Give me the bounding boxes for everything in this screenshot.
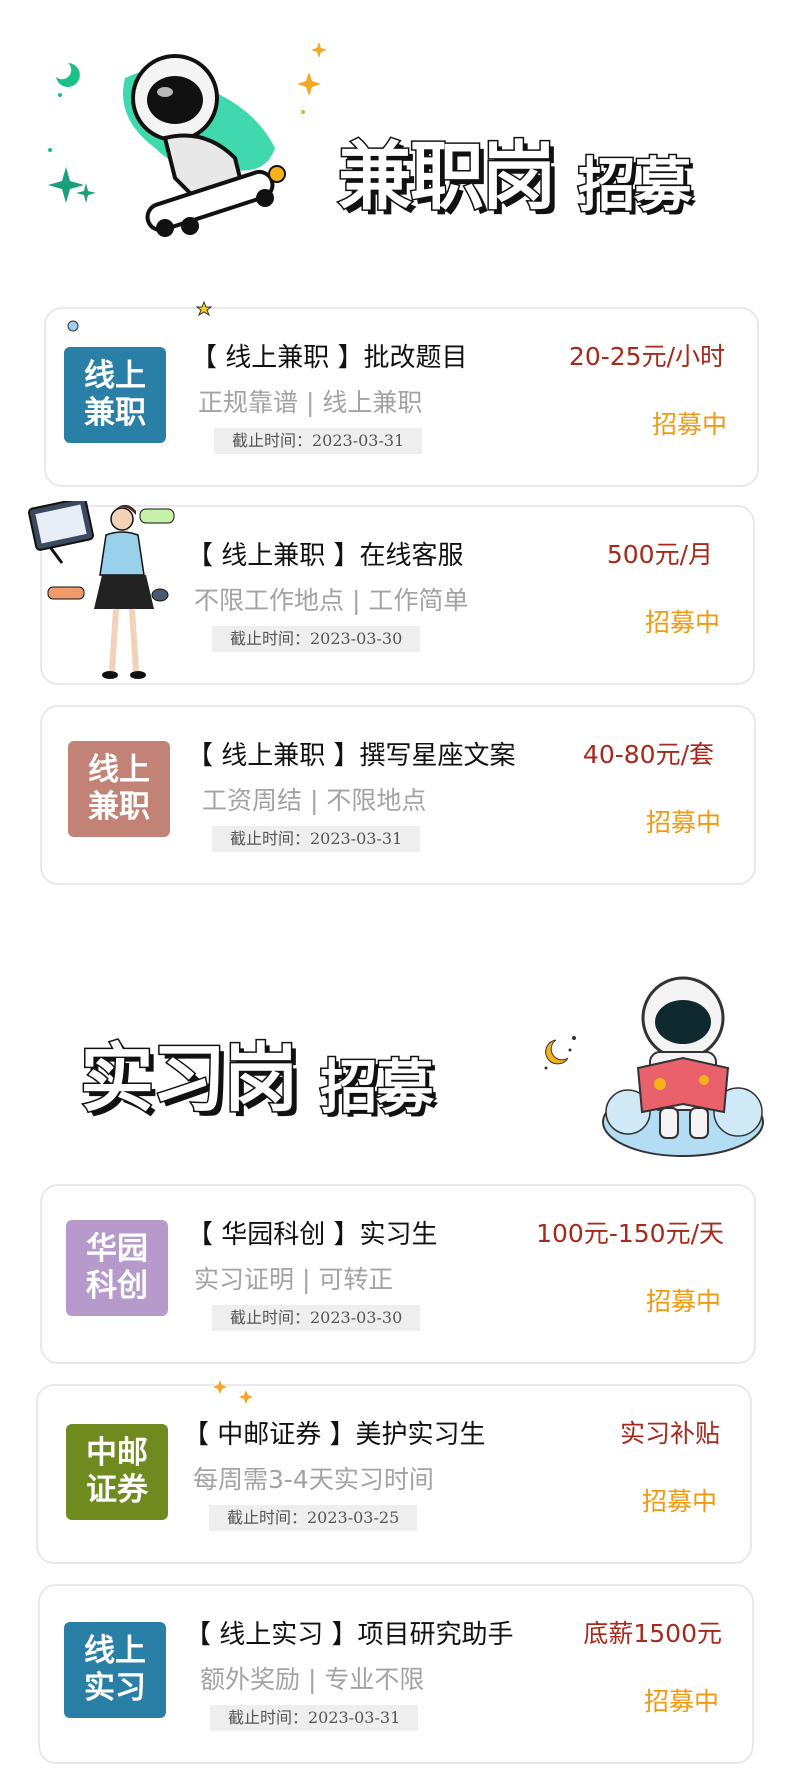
sparkles-icon [213, 1380, 253, 1404]
job-desc: 正规靠谱 | 线上兼职 [198, 388, 423, 417]
astronaut-skateboard-icon [123, 54, 286, 237]
status-badge: 招募中 [651, 410, 727, 439]
badge-line: 实习 [84, 1670, 146, 1706]
job-desc: 工资周结 | 不限地点 [202, 786, 427, 815]
badge-line: 证券 [86, 1472, 148, 1508]
deadline-label: 截止时间：2023-03-31 [212, 826, 421, 852]
office-woman-illustration-icon [28, 501, 175, 679]
badge-line: 科创 [86, 1268, 148, 1304]
salary: 20-25元/小时 [568, 342, 725, 371]
badge-line: 线上 [88, 752, 150, 788]
badge-line: 中邮 [86, 1435, 148, 1471]
moon-icon [544, 1036, 576, 1070]
deadline-label: 截止时间：2023-03-31 [210, 1705, 419, 1731]
intern-banner: 实习岗 招募 [0, 960, 800, 1180]
banner-title: 兼职岗 [337, 134, 558, 220]
status-badge: 招募中 [645, 808, 721, 837]
job-desc: 每周需3-4天实习时间 [193, 1465, 434, 1494]
status-badge: 招募中 [643, 1687, 719, 1716]
salary: 40-80元/套 [582, 740, 714, 769]
salary: 500元/月 [606, 540, 713, 569]
deadline-label: 截止时间：2023-03-30 [212, 1305, 421, 1331]
job-desc: 实习证明 | 可转正 [194, 1265, 394, 1294]
job-badge: 线上 实习 [64, 1622, 166, 1718]
job-badge: 中邮 证券 [66, 1424, 168, 1520]
job-card[interactable]: 中邮 证券 【 中邮证券 】美护实习生 每周需3-4天实习时间 截止时间：202… [36, 1380, 752, 1564]
job-badge: 线上 兼职 [64, 347, 166, 443]
deadline-label: 截止时间：2023-03-30 [212, 626, 421, 652]
astronaut-reading-icon [602, 976, 764, 1157]
deadline-label: 截止时间：2023-03-25 [209, 1505, 418, 1531]
status-badge: 招募中 [645, 1287, 721, 1316]
job-card[interactable]: 华园 科创 【 华园科创 】实习生 实习证明 | 可转正 截止时间：2023-0… [40, 1184, 756, 1364]
job-card[interactable]: 线上 兼职 【 线上兼职 】批改题目 正规靠谱 | 线上兼职 截止时间：2023… [44, 301, 759, 487]
banner-subtitle: 招募 [576, 151, 693, 219]
badge-line: 华园 [86, 1231, 148, 1267]
deadline-label: 截止时间：2023-03-31 [214, 428, 423, 454]
banner-subtitle: 招募 [318, 1053, 435, 1121]
job-desc: 额外奖励 | 专业不限 [200, 1665, 425, 1694]
job-badge: 线上 兼职 [68, 741, 170, 837]
badge-line: 线上 [84, 1633, 146, 1669]
badge-line: 兼职 [88, 789, 150, 825]
badge-line: 兼职 [84, 395, 146, 431]
job-title: 【 线上兼职 】批改题目 [191, 343, 468, 373]
star-icon [196, 301, 212, 317]
job-title: 【 中邮证券 】美护实习生 [183, 1420, 486, 1450]
status-badge: 招募中 [641, 1487, 717, 1516]
salary: 实习补贴 [619, 1419, 720, 1448]
dot-icon [67, 320, 79, 332]
banner-title: 实习岗 [79, 1036, 300, 1122]
job-title: 【 线上兼职 】在线客服 [187, 541, 464, 571]
job-title: 【 华园科创 】实习生 [187, 1220, 438, 1250]
job-desc: 不限工作地点 | 工作简单 [194, 586, 469, 615]
salary: 100元-150元/天 [536, 1219, 724, 1248]
job-title: 【 线上兼职 】撰写星座文案 [187, 741, 516, 771]
parttime-banner: 兼职岗 招募 [0, 0, 800, 260]
badge-line: 线上 [84, 358, 146, 394]
job-card[interactable]: 线上 实习 【 线上实习 】项目研究助手 额外奖励 | 专业不限 截止时间：20… [38, 1584, 754, 1764]
job-card[interactable]: 线上 兼职 【 线上兼职 】撰写星座文案 工资周结 | 不限地点 截止时间：20… [40, 705, 756, 885]
job-badge: 华园 科创 [66, 1220, 168, 1316]
job-title: 【 线上实习 】项目研究助手 [185, 1620, 514, 1650]
sparkles-icon [297, 42, 327, 114]
salary: 底薪1500元 [583, 1619, 722, 1648]
job-card[interactable]: 【 线上兼职 】在线客服 不限工作地点 | 工作简单 截止时间：2023-03-… [28, 501, 755, 685]
status-badge: 招募中 [644, 608, 720, 637]
